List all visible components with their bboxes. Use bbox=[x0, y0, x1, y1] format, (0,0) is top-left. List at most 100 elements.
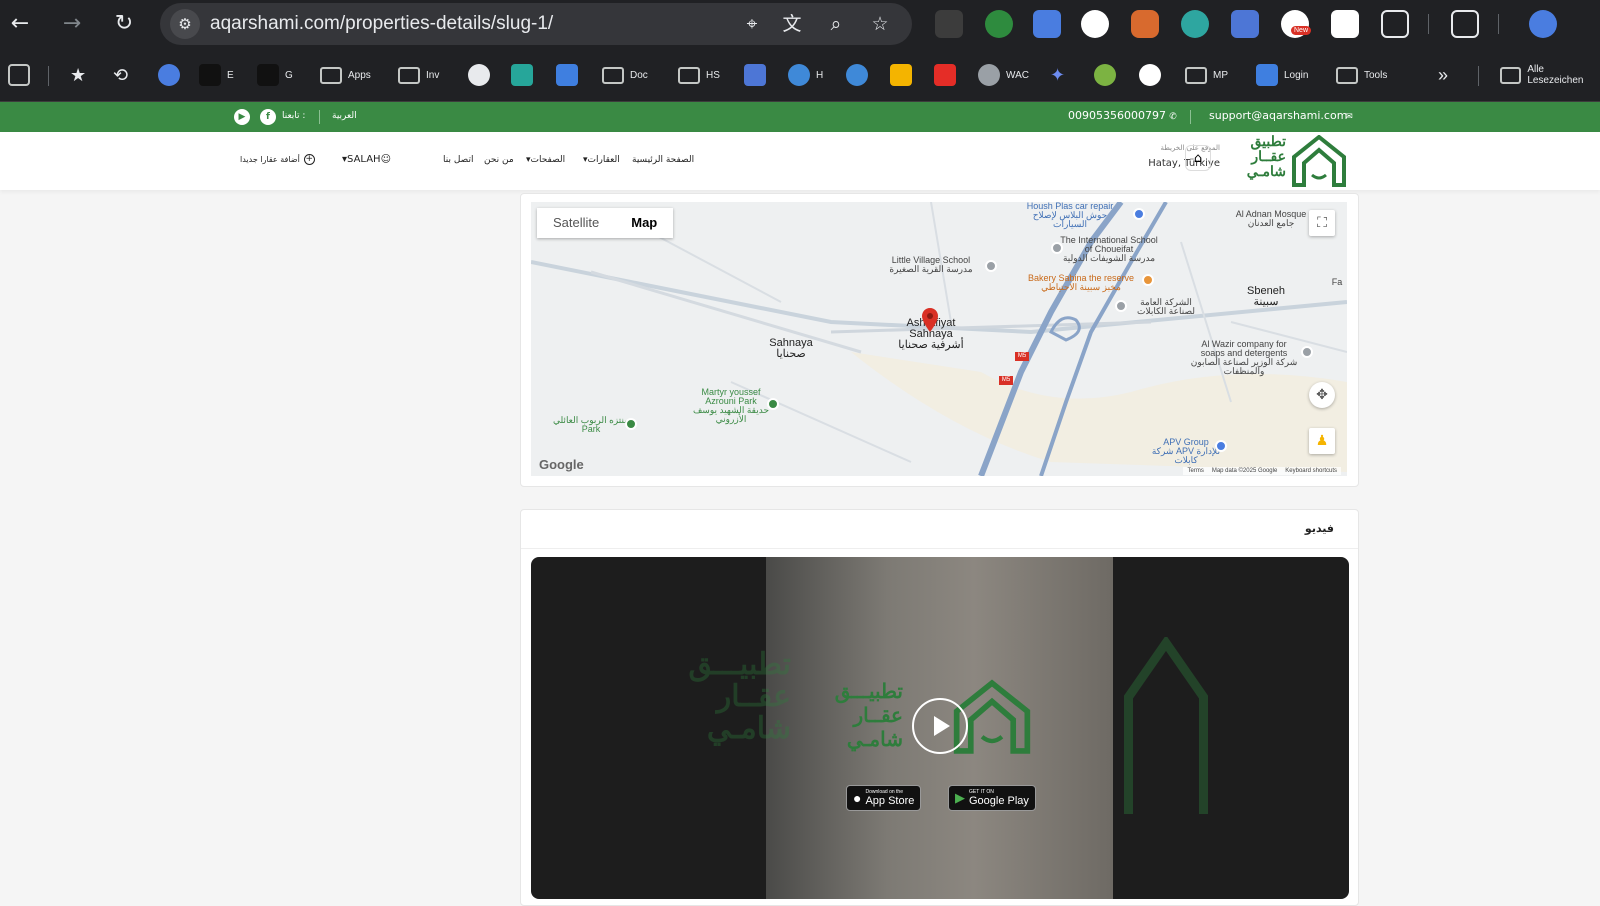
profile-avatar[interactable] bbox=[1529, 10, 1557, 38]
keyboard-shortcuts-link[interactable]: Keyboard shortcuts bbox=[1285, 468, 1337, 474]
poi-wazir-icon[interactable] bbox=[1301, 346, 1313, 358]
youtube-icon[interactable] bbox=[934, 62, 956, 88]
zoom-icon[interactable]: ⌕ bbox=[824, 12, 848, 36]
more-bookmarks-icon[interactable]: » bbox=[1438, 62, 1448, 88]
location-pin-icon[interactable]: ⌂ bbox=[1185, 145, 1211, 171]
map-type-toggle: Satellite Map bbox=[537, 208, 674, 238]
map-button[interactable]: Map bbox=[615, 208, 673, 238]
location-blocked-icon[interactable]: ⌖ bbox=[740, 12, 764, 36]
user-menu[interactable]: ▾SALAH☺ bbox=[342, 154, 391, 165]
nav-about[interactable]: من نحن bbox=[484, 155, 514, 165]
ext-pdf-icon[interactable] bbox=[1081, 10, 1109, 38]
bookmark-all[interactable]: Alle Lesezeichen bbox=[1500, 62, 1600, 88]
poi-apv-icon[interactable] bbox=[1215, 440, 1227, 452]
onedrive-bookmark-icon[interactable] bbox=[846, 62, 868, 88]
ext-google-translate-icon[interactable] bbox=[1033, 10, 1061, 38]
poi-raboub-icon[interactable] bbox=[625, 418, 637, 430]
youtube-social-icon[interactable]: ▶ bbox=[234, 109, 250, 125]
app-store-badge[interactable]: ● Download on the App Store bbox=[846, 785, 922, 811]
language-switcher[interactable]: العربية bbox=[332, 111, 357, 121]
ext-brain-icon[interactable] bbox=[1181, 10, 1209, 38]
bookmark-e[interactable]: E bbox=[199, 62, 234, 88]
street-view-pegman-icon[interactable]: ♟ bbox=[1309, 428, 1335, 454]
nav-contact[interactable]: اتصل بنا bbox=[443, 155, 473, 165]
poi-cables-icon[interactable] bbox=[1115, 300, 1127, 312]
google-play-badge[interactable]: ▶ GET IT ON Google Play bbox=[948, 785, 1036, 811]
bookmark-inv[interactable]: Inv bbox=[398, 62, 439, 88]
nav-pages[interactable]: ▾الصفحات bbox=[526, 155, 565, 165]
bookmark-apps[interactable]: Apps bbox=[320, 62, 371, 88]
map-view[interactable]: Satellite Map ⛶ ✥ ♟ Housh Plas car repai… bbox=[531, 202, 1347, 476]
bookmark-hs[interactable]: HS bbox=[678, 62, 720, 88]
ext-new-icon[interactable]: New bbox=[1281, 10, 1312, 38]
ext-evernote-icon[interactable] bbox=[985, 10, 1013, 38]
google-translate-bookmark-icon[interactable] bbox=[744, 62, 766, 88]
poi-car-repair-icon[interactable] bbox=[1133, 208, 1145, 220]
bookmark-mp[interactable]: MP bbox=[1185, 62, 1228, 88]
satellite-button[interactable]: Satellite bbox=[537, 208, 615, 238]
phone-number[interactable]: 00905356000797 bbox=[1068, 109, 1166, 122]
bookmark-tools[interactable]: Tools bbox=[1336, 62, 1387, 88]
video-logo-line-1: تطبيـــق bbox=[834, 679, 903, 703]
gemini-icon[interactable]: ✦ bbox=[1050, 62, 1065, 88]
bookmark-star-icon[interactable]: ★ bbox=[70, 62, 86, 88]
screenshot-icon[interactable] bbox=[1451, 10, 1479, 38]
bookmarks-divider bbox=[1478, 66, 1479, 86]
nav-home[interactable]: الصفحة الرئيسية bbox=[632, 155, 694, 165]
bookmark-apps-label: Apps bbox=[348, 69, 371, 81]
onedrive-icon bbox=[788, 64, 810, 86]
bookmark-globe-icon[interactable] bbox=[158, 62, 180, 88]
video-section-title: فيديو bbox=[1304, 522, 1334, 535]
google-drive-icon[interactable] bbox=[890, 62, 912, 88]
bookmark-circle-icon[interactable] bbox=[1139, 62, 1161, 88]
translate-icon[interactable]: 文 bbox=[780, 12, 804, 36]
app-store-text: App Store bbox=[865, 795, 915, 807]
bookmark-login[interactable]: Login bbox=[1256, 62, 1308, 88]
bookmark-wac[interactable]: WAC bbox=[978, 62, 1029, 88]
ext-docs-icon[interactable] bbox=[1231, 10, 1259, 38]
checkmark-bookmark-icon[interactable] bbox=[556, 62, 578, 88]
folder-icon bbox=[678, 66, 700, 84]
play-button[interactable] bbox=[912, 698, 968, 754]
star-icon[interactable]: ☆ bbox=[868, 12, 892, 36]
nav-properties-label: العقارات bbox=[587, 155, 620, 165]
bookmark-g[interactable]: G bbox=[257, 62, 293, 88]
ext-puzzle-color-icon[interactable] bbox=[1131, 10, 1159, 38]
nav-properties[interactable]: ▾العقارات bbox=[583, 155, 620, 165]
site-topbar: ▶ f تابعنا : العربية 00905356000797 ✆ su… bbox=[0, 102, 1600, 132]
site-logo[interactable]: تطبيق عقــار شامـي bbox=[1222, 135, 1348, 187]
address-bar[interactable]: ⚙ aqarshami.com/properties-details/slug-… bbox=[160, 3, 912, 45]
bookmark-e-label: E bbox=[227, 69, 234, 81]
camera-control-icon[interactable]: ✥ bbox=[1309, 382, 1335, 408]
forward-icon[interactable]: → bbox=[56, 8, 88, 40]
extensions-icon[interactable] bbox=[1381, 10, 1409, 38]
google-logo[interactable]: Google bbox=[539, 457, 584, 472]
back-icon[interactable]: ← bbox=[4, 8, 36, 40]
history-icon[interactable]: ⟲ bbox=[113, 62, 128, 88]
browser-toolbar: ← → ↻ ⚙ aqarshami.com/properties-details… bbox=[0, 0, 1600, 48]
reload-icon[interactable]: ↻ bbox=[108, 8, 140, 40]
chess-icon[interactable] bbox=[1094, 62, 1116, 88]
trello-icon[interactable] bbox=[511, 62, 533, 88]
site-info-icon[interactable]: ⚙ bbox=[170, 9, 200, 39]
map-label-sbeneh-ar: سبينة bbox=[1253, 296, 1279, 308]
ext-ra-icon[interactable] bbox=[1331, 10, 1359, 38]
support-email[interactable]: support@aqarshami.com bbox=[1209, 109, 1347, 122]
map-marker-icon[interactable] bbox=[922, 308, 938, 332]
github-icon[interactable] bbox=[468, 62, 490, 88]
bookmark-h[interactable]: H bbox=[788, 62, 823, 88]
poi-park-icon[interactable] bbox=[767, 398, 779, 410]
poi-bakery-icon[interactable] bbox=[1142, 274, 1154, 286]
video-bg-logo-line-2: عقــار bbox=[716, 679, 791, 714]
map-label-bakery-ar: مخبز سبينة الاحتياطي bbox=[1041, 282, 1121, 292]
map-label-fa: Fa bbox=[1331, 277, 1343, 287]
add-property-button[interactable]: أضافة عقارا جديدا + bbox=[240, 154, 315, 165]
bookmark-doc[interactable]: Doc bbox=[602, 62, 648, 88]
url-text[interactable]: aqarshami.com/properties-details/slug-1/ bbox=[210, 13, 553, 35]
facebook-social-icon[interactable]: f bbox=[260, 109, 276, 125]
ext-translate-icon[interactable] bbox=[935, 10, 963, 38]
video-player[interactable]: تطبيـــق عقــار شامـي تطبيـــق عقــار شا… bbox=[531, 557, 1349, 899]
poi-little-school-icon[interactable] bbox=[985, 260, 997, 272]
apps-grid-icon[interactable] bbox=[8, 62, 30, 88]
map-terms-link[interactable]: Terms bbox=[1187, 468, 1203, 474]
